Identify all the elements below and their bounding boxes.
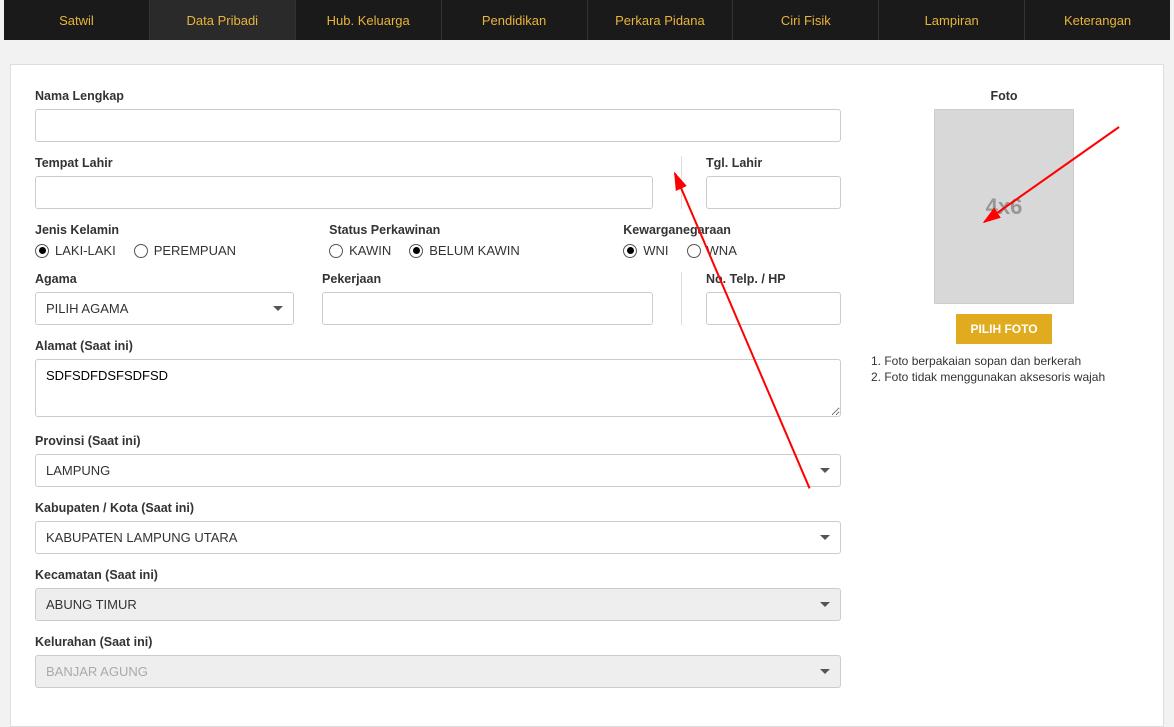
chevron-down-icon	[820, 535, 830, 540]
radio-laki-laki[interactable]: LAKI-LAKI	[35, 243, 116, 258]
photo-note-2: 2. Foto tidak menggunakan aksesoris waja…	[869, 370, 1139, 384]
radio-belum-kawin[interactable]: BELUM KAWIN	[409, 243, 520, 258]
tab-lampiran[interactable]: Lampiran	[879, 0, 1025, 40]
tgl-lahir-label: Tgl. Lahir	[706, 156, 841, 170]
tempat-lahir-input[interactable]	[35, 176, 653, 209]
pilih-foto-button[interactable]: PILIH FOTO	[956, 314, 1051, 344]
tab-hub-keluarga[interactable]: Hub. Keluarga	[296, 0, 442, 40]
status-perkawinan-label: Status Perkawinan	[329, 223, 595, 237]
provinsi-label: Provinsi (Saat ini)	[35, 434, 841, 448]
foto-label: Foto	[869, 89, 1139, 103]
photo-placeholder: 4x6	[934, 109, 1074, 304]
pekerjaan-label: Pekerjaan	[322, 272, 653, 286]
kecamatan-label: Kecamatan (Saat ini)	[35, 568, 841, 582]
radio-wni[interactable]: WNI	[623, 243, 668, 258]
tab-pendidikan[interactable]: Pendidikan	[442, 0, 588, 40]
radio-perempuan[interactable]: PEREMPUAN	[134, 243, 236, 258]
form-panel: Nama Lengkap Tempat Lahir Tgl. Lahir	[10, 64, 1164, 727]
kelurahan-select[interactable]: BANJAR AGUNG	[35, 655, 841, 688]
tab-keterangan[interactable]: Keterangan	[1025, 0, 1170, 40]
agama-select[interactable]: PILIH AGAMA	[35, 292, 294, 325]
provinsi-select[interactable]: LAMPUNG	[35, 454, 841, 487]
kabupaten-select[interactable]: KABUPATEN LAMPUNG UTARA	[35, 521, 841, 554]
telp-label: No. Telp. / HP	[706, 272, 841, 286]
tgl-lahir-input[interactable]	[706, 176, 841, 209]
agama-label: Agama	[35, 272, 294, 286]
tab-data-pribadi[interactable]: Data Pribadi	[150, 0, 296, 40]
tab-bar: SatwilData PribadiHub. KeluargaPendidika…	[4, 0, 1170, 40]
alamat-textarea[interactable]	[35, 359, 841, 417]
nama-lengkap-label: Nama Lengkap	[35, 89, 841, 103]
chevron-down-icon	[820, 669, 830, 674]
tab-satwil[interactable]: Satwil	[4, 0, 150, 40]
chevron-down-icon	[820, 602, 830, 607]
alamat-label: Alamat (Saat ini)	[35, 339, 841, 353]
jenis-kelamin-label: Jenis Kelamin	[35, 223, 301, 237]
telp-input[interactable]	[706, 292, 841, 325]
photo-note-1: 1. Foto berpakaian sopan dan berkerah	[869, 354, 1139, 368]
kabupaten-label: Kabupaten / Kota (Saat ini)	[35, 501, 841, 515]
chevron-down-icon	[820, 468, 830, 473]
nama-lengkap-input[interactable]	[35, 109, 841, 142]
radio-wna[interactable]: WNA	[687, 243, 737, 258]
radio-kawin[interactable]: KAWIN	[329, 243, 391, 258]
kelurahan-label: Kelurahan (Saat ini)	[35, 635, 841, 649]
tab-perkara-pidana[interactable]: Perkara Pidana	[588, 0, 734, 40]
tempat-lahir-label: Tempat Lahir	[35, 156, 653, 170]
kewarganegaraan-label: Kewarganegaraan	[623, 223, 841, 237]
pekerjaan-input[interactable]	[322, 292, 653, 325]
tab-ciri-fisik[interactable]: Ciri Fisik	[733, 0, 879, 40]
chevron-down-icon	[273, 306, 283, 311]
kecamatan-select[interactable]: ABUNG TIMUR	[35, 588, 841, 621]
